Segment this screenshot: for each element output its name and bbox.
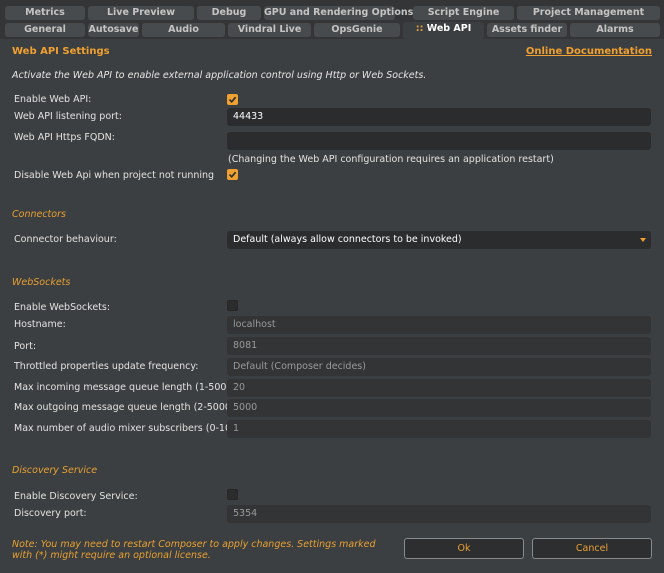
tab-autosave[interactable]: Autosave	[88, 23, 139, 37]
tab-vindral-live[interactable]: Vindral Live	[228, 23, 311, 37]
max-incoming-queue-input[interactable]: 20	[227, 379, 651, 397]
tab-general[interactable]: General	[5, 23, 85, 37]
web-api-port-label: Web API listening port:	[14, 111, 122, 122]
discovery-port-input[interactable]: 5354	[227, 505, 651, 523]
enable-web-api-label: Enable Web API:	[14, 94, 92, 105]
tab-live-preview[interactable]: Live Preview	[88, 6, 194, 20]
enable-web-api-checkbox[interactable]	[227, 94, 238, 105]
online-documentation-link[interactable]: Online Documentation	[526, 46, 652, 57]
tab-alarms[interactable]: Alarms	[570, 23, 660, 37]
discovery-port-label: Discovery port:	[14, 508, 87, 519]
page-title: Web API Settings	[12, 46, 110, 57]
tab-script-engine[interactable]: Script Engine	[413, 6, 514, 20]
hostname-input[interactable]: localhost	[227, 316, 651, 334]
settings-tab-bar: Metrics Live Preview Debug GPU and Rende…	[0, 0, 664, 39]
max-outgoing-queue-input[interactable]: 5000	[227, 399, 651, 417]
tab-audio[interactable]: Audio	[142, 23, 225, 37]
connector-behaviour-label: Connector behaviour:	[14, 234, 117, 245]
max-outgoing-queue-label: Max outgoing message queue length (2-500…	[14, 402, 244, 413]
enable-websockets-label: Enable WebSockets:	[14, 302, 111, 313]
websocket-port-label: Port:	[14, 341, 37, 352]
max-audio-subscribers-label: Max number of audio mixer subscribers (0…	[14, 423, 238, 434]
restart-hint-text: (Changing the Web API configuration requ…	[228, 154, 554, 165]
websocket-port-input[interactable]: 8081	[227, 337, 651, 355]
enable-discovery-label: Enable Discovery Service:	[14, 491, 138, 502]
tab-opsgenie[interactable]: OpsGenie	[314, 23, 400, 37]
enable-discovery-checkbox[interactable]	[227, 489, 238, 500]
enable-websockets-checkbox[interactable]	[227, 300, 238, 311]
throttle-frequency-input[interactable]: Default (Composer decides)	[227, 358, 651, 376]
ok-button[interactable]: Ok	[404, 538, 524, 559]
intro-text: Activate the Web API to enable external …	[12, 70, 427, 81]
connectors-section-title: Connectors	[12, 209, 66, 220]
web-api-fqdn-input[interactable]	[227, 132, 651, 150]
websockets-section-title: WebSockets	[12, 277, 71, 288]
max-incoming-queue-label: Max incoming message queue length (1-500…	[14, 382, 234, 393]
web-api-fqdn-label: Web API Https FQDN:	[14, 132, 115, 143]
tab-web-api[interactable]: :: Web API	[403, 22, 484, 39]
tab-gpu-rendering-options[interactable]: GPU and Rendering Options	[264, 6, 413, 20]
drag-handle-icon: ::	[415, 23, 424, 34]
checkmark-icon	[228, 96, 237, 103]
chevron-down-icon	[640, 238, 646, 242]
discovery-section-title: Discovery Service	[12, 465, 98, 476]
restart-note: Note: You may need to restart Composer t…	[12, 539, 376, 561]
tab-project-management[interactable]: Project Management	[517, 6, 660, 20]
checkmark-icon	[228, 171, 237, 178]
tab-metrics[interactable]: Metrics	[5, 6, 85, 20]
disable-web-api-checkbox[interactable]	[227, 169, 238, 180]
disable-web-api-label: Disable Web Api when project not running	[14, 170, 215, 181]
tab-debug[interactable]: Debug	[197, 6, 261, 20]
tab-assets-finder[interactable]: Assets finder	[487, 23, 567, 37]
tab-web-api-label: Web API	[426, 23, 472, 34]
max-audio-subscribers-input[interactable]: 1	[227, 420, 651, 438]
web-api-port-input[interactable]: 44433	[227, 108, 651, 126]
hostname-label: Hostname:	[14, 319, 66, 330]
connector-behaviour-select[interactable]: Default (always allow connectors to be i…	[227, 231, 651, 249]
throttle-frequency-label: Throttled properties update frequency:	[14, 361, 199, 372]
cancel-button[interactable]: Cancel	[532, 538, 652, 559]
connector-behaviour-value: Default (always allow connectors to be i…	[233, 234, 462, 245]
